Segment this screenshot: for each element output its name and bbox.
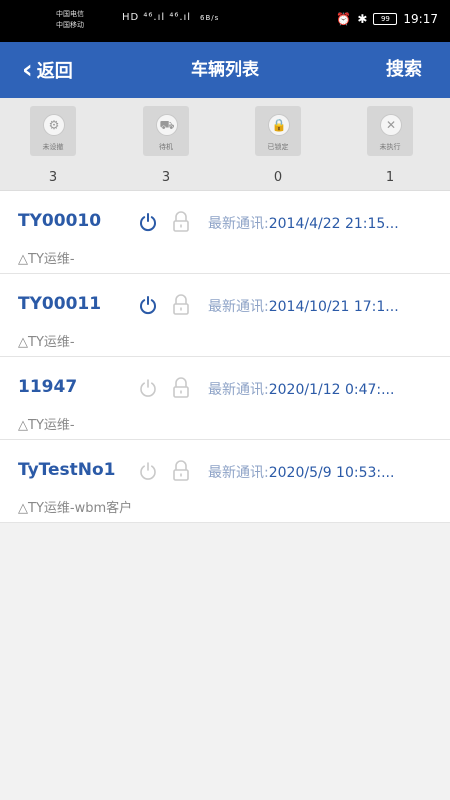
vehicle-id: TY00011 [18,294,102,314]
carrier-2: 中国移动 [56,21,84,29]
stat-label: 未设撤 [42,143,64,151]
comm-time: 2014/4/22 21:15... [268,216,399,232]
comm-label: 最新通讯: [208,465,269,481]
stat-label: 未执行 [379,143,401,151]
vehicle-row[interactable]: TY00010 最新通讯:2014/4/22 21:15... △TY运维- [0,191,450,274]
comm-label: 最新通讯: [208,382,269,398]
stat-locked[interactable]: 🔒 已锁定 0 [243,106,313,185]
cancel-icon: ✕ [380,114,402,136]
alarm-icon: ⏰ [336,12,352,26]
stat-label: 待机 [159,143,173,151]
comm-time: 2020/5/9 10:53:... [268,465,395,481]
car-icon: ⛟ [156,114,178,136]
stat-icon-box: ⛟ 待机 [143,106,189,156]
search-button[interactable]: 搜索 [386,42,422,98]
vehicle-row[interactable]: TyTestNo1 最新通讯:2020/5/9 10:53:... △TY运维-… [0,440,450,523]
bluetooth-icon: ✱ [357,12,368,26]
stat-unset[interactable]: ⚙ 未设撤 3 [18,106,88,185]
stat-label: 已锁定 [267,143,289,151]
stat-icon-box: ✕ 未执行 [367,106,413,156]
power-icon[interactable] [138,295,158,315]
back-button[interactable]: ‹ 返回 [22,42,73,98]
lock-icon[interactable] [172,377,190,399]
vehicle-group: △TY运维- [18,335,75,350]
last-communication: 最新通讯:2020/5/9 10:53:... [208,462,394,482]
stat-count: 3 [161,170,171,185]
status-bar: 中国电信 中国移动 HD ⁴⁶.ıl ⁴⁶.ıl 6B/s ⏰ ✱ 99 19:… [0,0,450,42]
power-icon[interactable] [138,378,158,398]
vehicle-id: 11947 [18,377,78,397]
vehicle-group: △TY运维- [18,252,75,267]
vehicle-group: △TY运维-wbm客户 [18,501,133,516]
comm-label: 最新通讯: [208,299,269,315]
last-communication: 最新通讯:2014/4/22 21:15... [208,213,399,233]
network-speed: 6B/s [200,14,220,22]
vehicle-row[interactable]: TY00011 最新通讯:2014/10/21 17:1... △TY运维- [0,274,450,357]
stat-count: 3 [48,170,58,185]
vehicle-row[interactable]: 11947 最新通讯:2020/1/12 0:47:... △TY运维- [0,357,450,440]
stat-standby[interactable]: ⛟ 待机 3 [131,106,201,185]
signal-icon: HD ⁴⁶.ıl ⁴⁶.ıl [122,12,192,23]
stat-count: 1 [385,170,395,185]
stat-count: 0 [273,170,283,185]
vehicle-group: △TY运维- [18,418,75,433]
lock-icon: 🔒 [268,114,290,136]
chevron-left-icon: ‹ [22,55,33,85]
status-time: 19:17 [403,12,438,26]
battery-icon: 99 [373,13,398,25]
lock-icon[interactable] [172,211,190,233]
lock-icon[interactable] [172,460,190,482]
last-communication: 最新通讯:2020/1/12 0:47:... [208,379,394,399]
comm-time: 2014/10/21 17:1... [268,299,399,315]
lock-icon[interactable] [172,294,190,316]
nav-bar: 车辆列表 ‹ 返回 搜索 [0,42,450,98]
stat-icon-box: ⚙ 未设撤 [30,106,76,156]
stat-icon-box: 🔒 已锁定 [255,106,301,156]
vehicle-id: TyTestNo1 [18,460,116,480]
comm-label: 最新通讯: [208,216,269,232]
vehicle-id: TY00010 [18,211,102,231]
status-summary: ⚙ 未设撤 3 ⛟ 待机 3 🔒 已锁定 0 ✕ 未执行 1 [0,98,450,191]
power-icon[interactable] [138,212,158,232]
power-icon[interactable] [138,461,158,481]
gear-icon: ⚙ [43,114,65,136]
last-communication: 最新通讯:2014/10/21 17:1... [208,296,399,316]
carrier-1: 中国电信 [56,10,84,18]
vehicle-list: TY00010 最新通讯:2014/4/22 21:15... △TY运维- T… [0,191,450,523]
status-right: ⏰ ✱ 99 19:17 [336,12,438,26]
back-label: 返回 [36,61,73,82]
stat-unexecuted[interactable]: ✕ 未执行 1 [355,106,425,185]
carrier-info: 中国电信 中国移动 [56,9,84,31]
comm-time: 2020/1/12 0:47:... [268,382,395,398]
